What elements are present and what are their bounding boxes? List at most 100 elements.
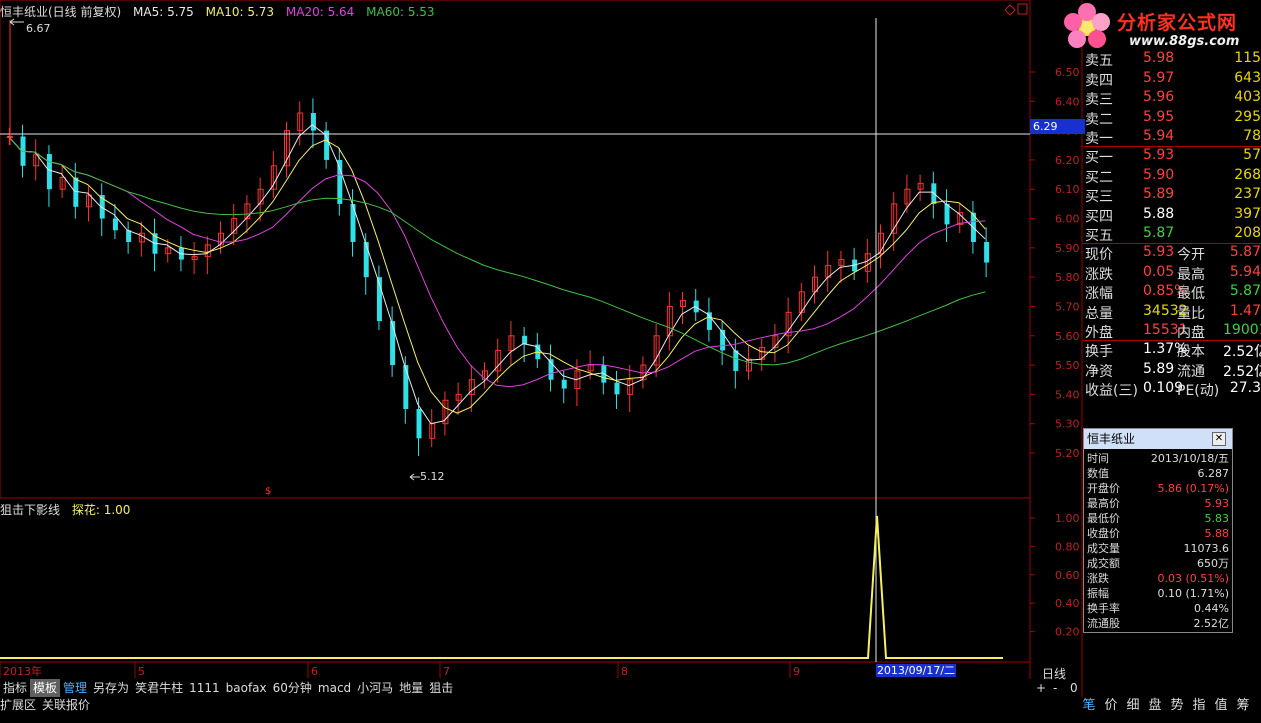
ask-price: 5.97: [1143, 69, 1175, 86]
info-popup-title-text: 恒丰纸业: [1087, 432, 1136, 446]
price-tick-label: 5.70: [1055, 300, 1080, 313]
stat-row: 外盘15531内盘19001: [1083, 322, 1261, 341]
time-tick-label: 2013年: [3, 664, 42, 678]
template-tab[interactable]: 1111: [186, 679, 223, 697]
template-tab[interactable]: 笑君牛柱: [132, 679, 186, 697]
bid-volume: 57: [1243, 147, 1261, 163]
bid-row: 买二 5.90 268: [1083, 167, 1261, 186]
info-popup-title[interactable]: 恒丰纸业: [1084, 429, 1232, 449]
info-value: 0.10 (1.71%): [1157, 587, 1229, 600]
indicator-name: 狙击下影线: [0, 503, 61, 517]
info-popup[interactable]: 恒丰纸业 ✕ 时间 2013/10/18/五 数值 6.287 开盘价 5.86 (0.1…: [1083, 428, 1233, 633]
price-tick-label: 5.90: [1055, 242, 1080, 255]
candle-body: [73, 177, 79, 207]
ask-volume: 78: [1243, 128, 1261, 144]
indicator-header: 狙击下影线 探花: 1.00: [0, 501, 138, 518]
fund-value-2: 27.3: [1229, 380, 1261, 396]
fund-row: 换手1.37%股本2.52亿: [1083, 341, 1261, 360]
info-row: 数值 6.287: [1084, 466, 1232, 481]
fund-label: 净资: [1085, 363, 1113, 380]
right-tool-tab[interactable]: 筹: [1232, 697, 1254, 714]
price-tick-label: 5.50: [1055, 359, 1080, 372]
zoom-in-button[interactable]: +: [1036, 681, 1046, 695]
price-tick-label: 5.80: [1055, 271, 1080, 284]
min-price-label: 5.12: [420, 470, 445, 483]
link-tab[interactable]: 扩展区: [0, 697, 42, 714]
info-value: 0.44%: [1194, 602, 1229, 615]
template-tab[interactable]: 指标: [0, 679, 30, 697]
stat-value-2: 5.87: [1229, 283, 1261, 299]
price-tick-label: 6.10: [1055, 183, 1080, 196]
restore-icon: [1004, 4, 1016, 16]
candle-body: [363, 241, 369, 278]
stat-label-2: 内盘: [1177, 325, 1205, 341]
right-tool-tab[interactable]: 价: [1100, 697, 1122, 714]
time-tick-label: 8: [621, 665, 628, 678]
info-value: 5.88: [1204, 527, 1230, 540]
right-tool-tab[interactable]: 笔: [1078, 697, 1100, 714]
candle-body: [508, 335, 515, 351]
bid-row: 买一 5.93 57: [1083, 147, 1261, 166]
candle-body: [324, 130, 330, 160]
template-tab[interactable]: baofax: [223, 679, 270, 697]
template-tab[interactable]: 地量: [396, 679, 426, 697]
candle-body: [522, 335, 528, 345]
info-row: 成交量 11073.6: [1084, 541, 1232, 556]
template-tab[interactable]: 管理: [60, 679, 90, 697]
stat-value-2: 1.47: [1229, 302, 1261, 319]
ask-volume: 403: [1234, 89, 1261, 105]
indicator-tick-label: 0.20: [1055, 626, 1080, 639]
bid-price: 5.89: [1143, 186, 1175, 202]
info-value: 2.52亿: [1193, 617, 1230, 630]
right-tool-tab[interactable]: 势: [1166, 697, 1188, 714]
time-tick-label: 6: [311, 665, 318, 678]
template-tab[interactable]: 小河马: [354, 679, 396, 697]
zoom-out-button[interactable]: -: [1053, 681, 1057, 695]
scroll-controls: + - 0: [1030, 681, 1082, 695]
indicator-tick-label: 0.80: [1055, 540, 1080, 553]
template-tab[interactable]: 狙击: [426, 679, 456, 697]
ask-price: 5.98: [1143, 50, 1175, 66]
bid-label: 买二: [1085, 169, 1113, 186]
stat-label-2: 最高: [1177, 266, 1205, 283]
fund-value-2: 2.52亿: [1223, 363, 1261, 380]
ask-label: 卖一: [1085, 131, 1113, 147]
right-tool-tab[interactable]: 值: [1210, 697, 1232, 714]
info-row: 最低价 5.83: [1084, 511, 1232, 526]
candle-body: [337, 159, 343, 204]
dividend-marker: $: [265, 486, 271, 497]
price-tick-label: 5.30: [1055, 418, 1080, 431]
reset-button[interactable]: 0: [1070, 681, 1078, 695]
stat-label: 总量: [1085, 305, 1113, 322]
info-key: 涨跌: [1087, 572, 1109, 585]
fund-divider: [1083, 340, 1261, 341]
right-tool-tab[interactable]: 盘: [1144, 697, 1166, 714]
ma60-label: MA60: 5.53: [366, 5, 435, 19]
candle-body: [614, 382, 620, 395]
bid-volume: 208: [1234, 225, 1261, 241]
link-tab[interactable]: 关联报价: [42, 697, 96, 714]
price-tick-label: 6.00: [1055, 213, 1080, 226]
candle-body: [984, 241, 990, 263]
template-tab[interactable]: 另存为: [90, 679, 132, 697]
right-tool-tab[interactable]: 指: [1188, 697, 1210, 714]
candle-body: [416, 409, 422, 439]
close-icon[interactable]: ✕: [1212, 432, 1226, 446]
ask-label: 卖三: [1085, 92, 1113, 108]
template-tab[interactable]: 60分钟: [270, 679, 315, 697]
indicator-line: [0, 515, 1003, 659]
period-label[interactable]: 日线: [1042, 665, 1066, 682]
template-tab[interactable]: 模板: [30, 679, 61, 697]
ask-row: 卖一 5.94 78: [1083, 128, 1261, 147]
right-tool-tab[interactable]: 细: [1122, 697, 1144, 714]
kline-chart[interactable]: 6.506.406.306.206.106.005.905.805.705.60…: [0, 0, 1261, 723]
template-tab[interactable]: macd: [315, 679, 354, 697]
info-row: 换手率 0.44%: [1084, 601, 1232, 616]
candle-body: [706, 312, 712, 330]
maximize-icon: [1017, 3, 1028, 15]
info-key: 最低价: [1087, 512, 1120, 525]
time-tick-label: 5: [138, 665, 145, 678]
link-bar: 扩展区 关联报价: [0, 697, 1261, 714]
fund-label: 收益(三): [1085, 383, 1138, 399]
info-row: 开盘价 5.86 (0.17%): [1084, 481, 1232, 496]
